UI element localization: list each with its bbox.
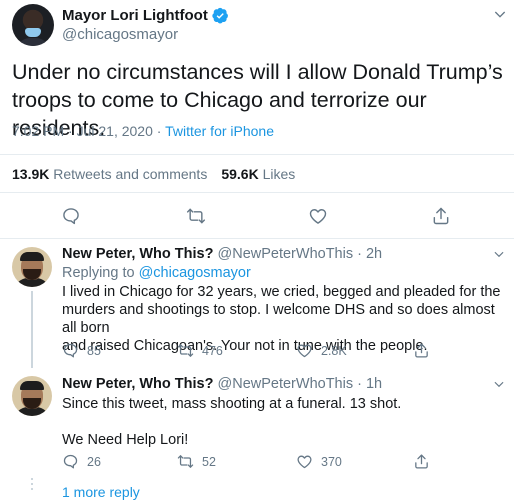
- likes-label: Likes: [258, 166, 296, 182]
- reply-count: 85: [87, 343, 101, 358]
- author-name-row[interactable]: Mayor Lori Lightfoot: [62, 7, 229, 24]
- like-count: 370: [321, 454, 342, 469]
- retweet-count: 52: [202, 454, 216, 469]
- main-tweet-actions: [0, 204, 514, 228]
- like-count: 2.8K: [321, 343, 347, 358]
- reply-actions: 85 476 2.8K: [62, 342, 502, 360]
- divider: [0, 192, 514, 193]
- retweets-stat[interactable]: 13.9K Retweets and comments: [12, 166, 207, 182]
- reply-header: New Peter, Who This? @NewPeterWhoThis · …: [62, 376, 382, 392]
- retweet-count: 476: [202, 343, 223, 358]
- tweet-meta: 7:02 PM · Jul 21, 2020 · Twitter for iPh…: [12, 123, 274, 139]
- like-button[interactable]: 2.8K: [296, 342, 347, 359]
- avatar-cap: [20, 252, 44, 261]
- replying-to-mention[interactable]: @chicagosmayor: [139, 265, 251, 281]
- replying-prefix: Replying to: [62, 265, 139, 281]
- reply-author-handle[interactable]: @NewPeterWhoThis · 1h: [213, 376, 382, 392]
- author-avatar[interactable]: [12, 4, 54, 46]
- main-tweet-header: Mayor Lori Lightfoot @chicagosmayor: [12, 4, 508, 48]
- like-icon: [297, 344, 312, 358]
- author-name[interactable]: Mayor Lori Lightfoot: [62, 7, 208, 24]
- reply-author-avatar[interactable]: [12, 247, 52, 287]
- like-icon: [297, 455, 312, 469]
- chevron-down-icon[interactable]: [492, 247, 506, 261]
- avatar-cap: [20, 381, 44, 390]
- share-icon: [415, 454, 428, 469]
- thread-line: [31, 291, 33, 368]
- retweet-icon: [177, 344, 194, 357]
- thread-dots: [31, 478, 33, 493]
- show-more-replies-link[interactable]: 1 more reply: [62, 484, 140, 500]
- share-icon: [415, 343, 428, 358]
- reply-author-name[interactable]: New Peter, Who This?: [62, 246, 213, 262]
- tweet-timestamp[interactable]: 7:02 PM · Jul 21, 2020 ·: [12, 123, 165, 139]
- tweet-source-link[interactable]: Twitter for iPhone: [165, 123, 274, 139]
- share-button[interactable]: [413, 453, 430, 470]
- reply-author-name[interactable]: New Peter, Who This?: [62, 376, 213, 392]
- reply-header: New Peter, Who This? @NewPeterWhoThis · …: [62, 246, 382, 262]
- likes-count: 59.6K: [221, 166, 259, 182]
- author-handle[interactable]: @chicagosmayor: [62, 26, 178, 43]
- retweet-button[interactable]: 476: [177, 342, 223, 359]
- tweet-stats: 13.9K Retweets and comments 59.6K Likes: [12, 166, 295, 182]
- like-button[interactable]: 370: [296, 453, 342, 470]
- chevron-down-icon[interactable]: [492, 6, 508, 22]
- reply-icon: [63, 343, 78, 358]
- retweet-icon: [177, 455, 194, 468]
- retweets-count: 13.9K: [12, 166, 50, 182]
- reply-author-avatar[interactable]: [12, 376, 52, 416]
- retweet-button[interactable]: 52: [177, 453, 216, 470]
- divider: [0, 154, 514, 155]
- retweets-label: Retweets and comments: [49, 166, 208, 182]
- reply-author-handle[interactable]: @NewPeterWhoThis · 2h: [213, 246, 382, 262]
- tweet-page: Mayor Lori Lightfoot @chicagosmayor Unde…: [0, 0, 514, 500]
- reply-tweet[interactable]: New Peter, Who This? @NewPeterWhoThis · …: [0, 368, 514, 490]
- reply-icon: [63, 454, 78, 469]
- like-icon[interactable]: [308, 206, 328, 226]
- chevron-down-icon[interactable]: [492, 377, 506, 391]
- verified-icon: [212, 7, 228, 24]
- reply-tweet[interactable]: New Peter, Who This? @NewPeterWhoThis · …: [0, 239, 514, 368]
- reply-icon[interactable]: [61, 206, 81, 226]
- retweet-icon[interactable]: [186, 206, 206, 226]
- avatar-shoulders: [16, 38, 50, 46]
- reply-actions: 26 52 370: [62, 453, 502, 471]
- reply-count: 26: [87, 454, 101, 469]
- share-icon[interactable]: [431, 206, 451, 226]
- reply-text: Since this tweet, mass shooting at a fun…: [62, 396, 402, 448]
- avatar-mask: [25, 28, 41, 37]
- reply-button[interactable]: 26: [62, 453, 101, 470]
- likes-stat[interactable]: 59.6K Likes: [221, 166, 295, 182]
- reply-button[interactable]: 85: [62, 342, 101, 359]
- replying-to: Replying to @chicagosmayor: [62, 265, 251, 281]
- share-button[interactable]: [413, 342, 430, 359]
